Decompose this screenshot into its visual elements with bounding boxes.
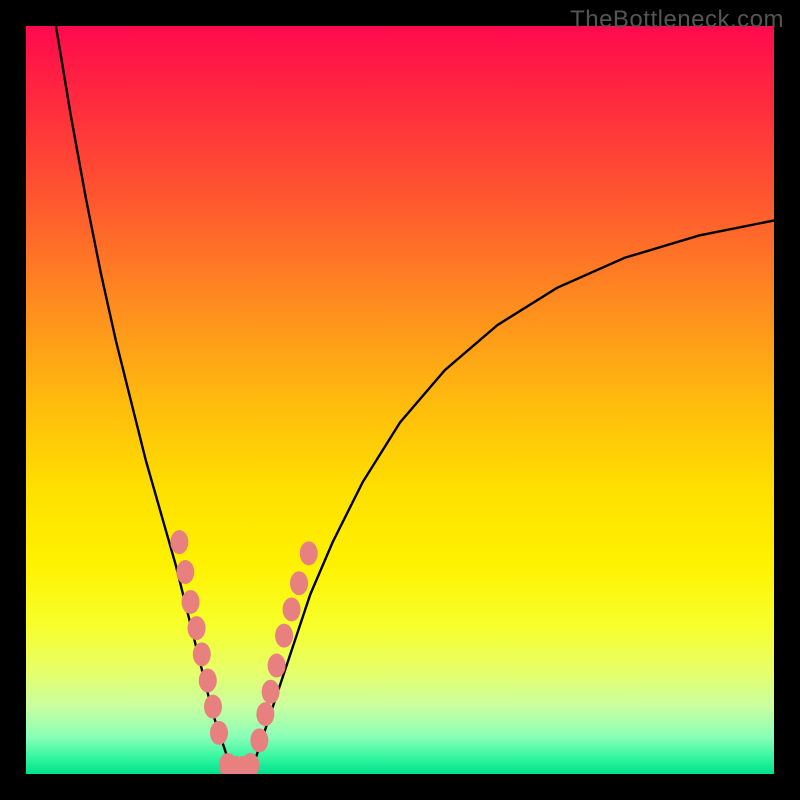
marker-dot (300, 541, 318, 565)
marker-dot (226, 756, 244, 774)
marker-dot (262, 680, 280, 704)
marker-dot (210, 721, 228, 745)
marker-dot (234, 756, 252, 774)
watermark-text: TheBottleneck.com (570, 6, 784, 34)
marker-dot (250, 728, 268, 752)
curve-right-curve (250, 220, 774, 774)
curves-layer (26, 26, 774, 774)
marker-dot (275, 624, 293, 648)
marker-dot (188, 616, 206, 640)
marker-dot (199, 669, 217, 693)
marker-dot (204, 695, 222, 719)
marker-dot (182, 590, 200, 614)
marker-dot (283, 597, 301, 621)
marker-group (170, 530, 317, 774)
marker-dot (256, 702, 274, 726)
curve-left-curve (56, 26, 236, 774)
marker-dot (290, 571, 308, 595)
curve-group (56, 26, 774, 774)
plot-area (26, 26, 774, 774)
marker-dot (176, 560, 194, 584)
chart-frame: TheBottleneck.com (0, 0, 800, 800)
marker-dot (268, 654, 286, 678)
marker-dot (241, 753, 259, 774)
marker-dot (193, 642, 211, 666)
marker-dot (170, 530, 188, 554)
marker-dot (219, 753, 237, 774)
